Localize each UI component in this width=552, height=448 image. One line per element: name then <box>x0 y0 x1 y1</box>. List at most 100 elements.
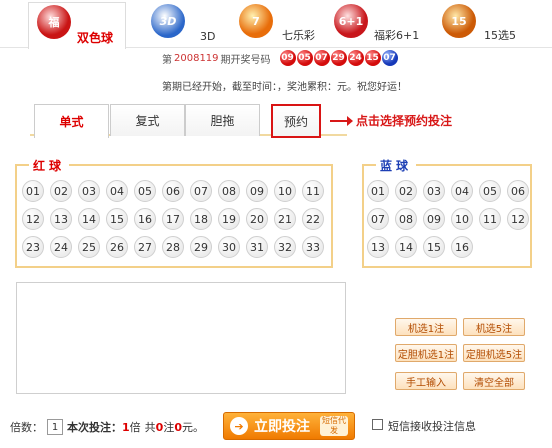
red-ball-option[interactable]: 22 <box>302 208 324 230</box>
tab-reserve[interactable]: 预约 <box>271 104 321 138</box>
blue-ball-option[interactable]: 01 <box>367 180 389 202</box>
game-selector-bar: 福 双色球 3D 3D 7 七乐彩 6+1 福彩6+1 15 15选5 <box>0 0 552 49</box>
red-ball-option[interactable]: 16 <box>134 208 156 230</box>
draw-issue-number: 2008119 <box>174 52 219 64</box>
total-prefix: 共 <box>144 421 156 434</box>
red-ball-option[interactable]: 18 <box>190 208 212 230</box>
blue-ball-option[interactable]: 10 <box>451 208 473 230</box>
blue-ball-option[interactable]: 13 <box>367 236 389 258</box>
blue-ball-option[interactable]: 09 <box>423 208 445 230</box>
red-ball-option[interactable]: 33 <box>302 236 324 258</box>
clear-all-button[interactable]: 清空全部 <box>463 372 525 390</box>
red-ball-option[interactable]: 11 <box>302 180 324 202</box>
blue-ball-option[interactable]: 04 <box>451 180 473 202</box>
red-ball-option[interactable]: 26 <box>106 236 128 258</box>
red-ball-option[interactable]: 29 <box>190 236 212 258</box>
tab-multiple[interactable]: 复式 <box>110 104 185 136</box>
multiple-input[interactable]: 1 <box>47 419 63 435</box>
tab-ssq[interactable]: 福 双色球 <box>28 2 126 49</box>
draw-suffix: 期开奖号码 <box>220 54 271 66</box>
blue-ball-option[interactable]: 11 <box>479 208 501 230</box>
red-ball-option[interactable]: 15 <box>106 208 128 230</box>
submit-bet-label: 立即投注 <box>254 419 310 435</box>
dan-random-1-button[interactable]: 定胆机选1注 <box>395 344 457 362</box>
blue-ball-panel: 蓝球 01 02 03 04 05 06 07 08 09 10 11 12 13 14 15 16 <box>362 157 534 268</box>
red-ball-option[interactable]: 01 <box>22 180 44 202</box>
red-ball-option[interactable]: 20 <box>246 208 268 230</box>
red-ball-option[interactable]: 02 <box>50 180 72 202</box>
red-ball-option[interactable]: 19 <box>218 208 240 230</box>
3d-logo-icon: 3D <box>151 4 185 38</box>
draw-red-ball: 24 <box>347 50 364 66</box>
tab-qlc-label: 七乐彩 <box>282 29 315 42</box>
red-ball-option[interactable]: 05 <box>134 180 156 202</box>
draw-red-ball: 07 <box>313 50 330 66</box>
draw-blue-ball: 07 <box>381 50 398 66</box>
blue-ball-option[interactable]: 06 <box>507 180 529 202</box>
red-ball-panel: 红球 01 02 03 04 05 06 07 08 09 10 11 12 13 14 15 16 17 18 1… <box>15 157 333 268</box>
red-ball-option[interactable]: 03 <box>78 180 100 202</box>
draw-prefix: 第 <box>162 54 172 66</box>
red-ball-option[interactable]: 06 <box>162 180 184 202</box>
red-ball-option[interactable]: 09 <box>246 180 268 202</box>
blue-ball-grid: 01 02 03 04 05 06 07 08 09 10 11 12 13 14 15 16 <box>366 178 534 262</box>
15x5-logo-icon: 15 <box>442 4 476 38</box>
random-5-button[interactable]: 机选5注 <box>463 318 525 336</box>
blue-ball-option[interactable]: 07 <box>367 208 389 230</box>
red-ball-grid: 01 02 03 04 05 06 07 08 09 10 11 12 13 14 15 16 17 18 19 20… <box>21 178 329 262</box>
last-draw-info: 第 2008119 期开奖号码 09 05 07 29 24 15 07 <box>162 50 398 66</box>
tab-fc61[interactable]: 6+1 福彩6+1 <box>334 2 428 46</box>
red-ball-option[interactable]: 30 <box>218 236 240 258</box>
blue-ball-option[interactable]: 12 <box>507 208 529 230</box>
red-ball-option[interactable]: 07 <box>190 180 212 202</box>
sms-proxy-badge: 短信代发 <box>320 416 348 436</box>
blue-ball-option[interactable]: 15 <box>423 236 445 258</box>
tab-15x5-label: 15选5 <box>484 29 516 42</box>
blue-ball-option[interactable]: 03 <box>423 180 445 202</box>
blue-ball-option[interactable]: 02 <box>395 180 417 202</box>
total-bets: 0 <box>155 420 164 434</box>
bet-mode-tabs: 单式 复式 胆拖 预约 <box>30 104 347 138</box>
blue-ball-option[interactable]: 14 <box>395 236 417 258</box>
fc61-logo-icon: 6+1 <box>334 4 368 38</box>
red-ball-title: 红球 <box>29 157 70 174</box>
red-ball-option[interactable]: 31 <box>246 236 268 258</box>
tab-dantuo[interactable]: 胆拖 <box>185 104 260 136</box>
arrow-right-icon: ➔ <box>230 417 248 435</box>
blue-ball-option[interactable]: 08 <box>395 208 417 230</box>
tab-15x5[interactable]: 15 15选5 <box>430 2 540 46</box>
red-ball-option[interactable]: 24 <box>50 236 72 258</box>
period-notice: 第期已经开始，截至时间：，奖池累积：元。祝您好运！ <box>162 82 407 93</box>
tab-ssq-label: 双色球 <box>77 31 114 45</box>
red-ball-option[interactable]: 17 <box>162 208 184 230</box>
blue-ball-option[interactable]: 16 <box>451 236 473 258</box>
red-ball-option[interactable]: 13 <box>50 208 72 230</box>
tab-3d[interactable]: 3D 3D <box>148 2 228 46</box>
tab-single[interactable]: 单式 <box>34 104 109 138</box>
tab-fc61-label: 福彩6+1 <box>374 29 420 42</box>
red-ball-option[interactable]: 28 <box>162 236 184 258</box>
random-1-button[interactable]: 机选1注 <box>395 318 457 336</box>
blue-ball-option[interactable]: 05 <box>479 180 501 202</box>
red-ball-option[interactable]: 12 <box>22 208 44 230</box>
selected-bets-list[interactable] <box>16 282 346 394</box>
multiple-label: 倍数： <box>10 421 43 434</box>
red-ball-option[interactable]: 32 <box>274 236 296 258</box>
red-ball-option[interactable]: 27 <box>134 236 156 258</box>
sms-receive-checkbox[interactable] <box>372 419 383 430</box>
reserve-hint: 点击选择预约投注 <box>330 112 452 129</box>
red-ball-option[interactable]: 21 <box>274 208 296 230</box>
total-amount: 0 <box>174 420 182 434</box>
red-ball-option[interactable]: 08 <box>218 180 240 202</box>
manual-input-button[interactable]: 手工输入 <box>395 372 457 390</box>
tab-qlc[interactable]: 7 七乐彩 <box>236 2 332 46</box>
red-ball-option[interactable]: 23 <box>22 236 44 258</box>
red-ball-option[interactable]: 04 <box>106 180 128 202</box>
submit-bet-button[interactable]: ➔ 立即投注 短信代发 <box>223 412 355 440</box>
draw-red-ball: 29 <box>330 50 347 66</box>
red-ball-option[interactable]: 14 <box>78 208 100 230</box>
red-ball-option[interactable]: 10 <box>274 180 296 202</box>
red-ball-option[interactable]: 25 <box>78 236 100 258</box>
dan-random-5-button[interactable]: 定胆机选5注 <box>463 344 525 362</box>
ssq-logo-icon: 福 <box>37 5 71 39</box>
